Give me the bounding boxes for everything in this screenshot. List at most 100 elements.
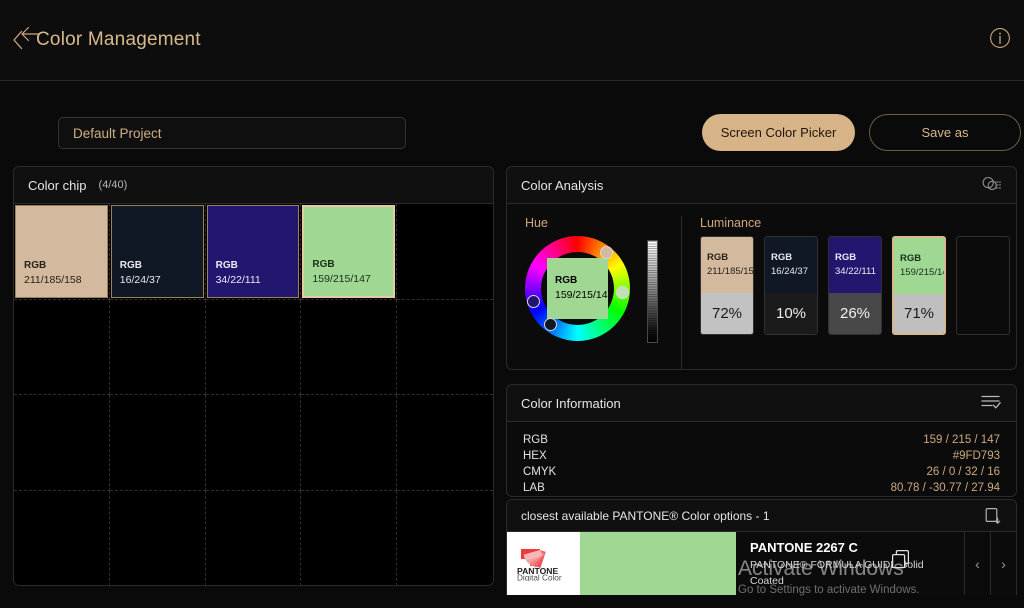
- luminance-card-value: 159/215/147: [900, 266, 944, 278]
- color-chip-value: 16/24/37: [119, 273, 161, 286]
- screen-color-picker-label: Screen Color Picker: [720, 125, 837, 140]
- hue-label: Hue: [525, 216, 548, 230]
- chip-cell[interactable]: [205, 395, 302, 491]
- luminance-card-value: 16/24/37: [771, 265, 808, 277]
- arrow-left-icon[interactable]: [18, 22, 42, 46]
- luminance-section: Luminance RGB 211/185/158 72% RGB 16/24/37 10…: [681, 216, 1016, 369]
- luminance-card-percent: 71%: [894, 294, 944, 333]
- chip-cell[interactable]: [301, 490, 398, 585]
- color-information-key: LAB: [523, 482, 545, 494]
- chip-cell[interactable]: [301, 395, 398, 491]
- chip-cell[interactable]: [397, 395, 493, 491]
- color-information-key: HEX: [523, 450, 547, 462]
- luminance-card[interactable]: RGB 16/24/37 10%: [764, 236, 818, 335]
- color-chip-label: RGB: [119, 259, 143, 271]
- color-chip-value: 211/185/158: [24, 273, 82, 286]
- hue-marker[interactable]: [615, 286, 629, 300]
- chip-cell[interactable]: RGB 211/185/158: [14, 204, 110, 300]
- chip-cell[interactable]: [14, 490, 110, 585]
- chip-cell[interactable]: [397, 204, 493, 300]
- hue-section: Hue RGB 159/215/147: [507, 216, 681, 369]
- color-chip-label: RGB: [312, 258, 335, 270]
- color-compare-icon[interactable]: [980, 175, 1002, 195]
- color-chip[interactable]: RGB 211/185/158: [15, 205, 108, 298]
- color-chip-selected[interactable]: RGB 159/215/147: [302, 205, 396, 298]
- save-as-label: Save as: [921, 125, 969, 140]
- color-analysis-panel: Color Analysis Hue RGB 159/215/147 Lumin…: [506, 166, 1017, 370]
- color-chip-count: (4/40): [98, 179, 128, 191]
- save-to-library-icon[interactable]: [984, 506, 1002, 526]
- chip-cell[interactable]: [14, 395, 110, 491]
- chip-cell[interactable]: RGB 16/24/37: [109, 204, 206, 300]
- color-analysis-body: Hue RGB 159/215/147 Luminance RGB 211/185…: [507, 204, 1016, 369]
- color-information-rows: RGB 159 / 215 / 147 HEX #9FD793 CMYK 26 / 0 /…: [507, 422, 1016, 496]
- chip-cell[interactable]: [14, 299, 110, 395]
- list-check-icon[interactable]: [980, 393, 1002, 413]
- pantone-prev-label: ‹: [975, 555, 980, 572]
- luminance-card[interactable]: RGB 211/185/158 72%: [700, 236, 754, 335]
- chip-cell[interactable]: [301, 299, 398, 395]
- chip-cell[interactable]: [109, 395, 206, 491]
- luminance-cards: RGB 211/185/158 72% RGB 16/24/37 10% RGB 34/22/…: [700, 236, 1016, 335]
- luminance-card-empty[interactable]: [956, 236, 1010, 335]
- luminance-card-label: RGB: [707, 252, 729, 263]
- luminance-card-label: RGB: [900, 253, 922, 264]
- luminance-card-color: RGB 211/185/158: [701, 237, 753, 293]
- save-as-button[interactable]: Save as: [869, 114, 1021, 151]
- color-analysis-header: Color Analysis: [507, 167, 1016, 204]
- pantone-name: PANTONE 2267 C: [750, 540, 858, 555]
- pantone-result-row[interactable]: PANTONE Digital Color PANTONE 2267 C PAN…: [507, 532, 1016, 595]
- luminance-card-selected[interactable]: RGB 159/215/147 71%: [892, 236, 946, 335]
- luminance-card-value: 211/185/158: [707, 265, 754, 277]
- luminance-label: Luminance: [700, 216, 762, 230]
- color-information-key: CMYK: [523, 466, 557, 478]
- luminance-card-value: 34/22/111: [835, 265, 876, 277]
- chip-cell[interactable]: RGB 159/215/147: [301, 204, 398, 300]
- color-information-value: 26 / 0 / 32 / 16: [926, 466, 1000, 478]
- pantone-next-button[interactable]: ›: [990, 532, 1016, 595]
- copy-icon[interactable]: [890, 548, 912, 570]
- hue-marker[interactable]: [599, 246, 613, 260]
- pantone-meta: PANTONE 2267 C PANTONE® FORMULA GUIDE So…: [736, 532, 964, 595]
- color-analysis-title: Color Analysis: [521, 177, 604, 193]
- color-chip-label: RGB: [24, 259, 47, 271]
- luminance-gradient-strip[interactable]: [647, 240, 658, 343]
- color-information-row: RGB 159 / 215 / 147: [523, 432, 1000, 448]
- color-chip-header: Color chip (4/40): [14, 167, 493, 204]
- color-information-title: Color Information: [521, 395, 621, 411]
- screen-color-picker-button[interactable]: Screen Color Picker: [702, 114, 855, 151]
- hue-marker[interactable]: [543, 318, 557, 332]
- pantone-panel: closest available PANTONE® Color options…: [506, 499, 1017, 595]
- pantone-description-line2: Coated: [750, 574, 784, 587]
- chip-cell[interactable]: [205, 299, 302, 395]
- luminance-card-percent: 72%: [701, 293, 753, 334]
- color-information-panel: Color Information RGB 159 / 215 / 147 HEX #…: [506, 384, 1017, 497]
- color-chip-title: Color chip: [28, 177, 87, 193]
- color-chip[interactable]: RGB 16/24/37: [110, 205, 204, 298]
- pantone-description-line1: PANTONE® FORMULA GUIDE Solid: [750, 559, 924, 571]
- project-name-input[interactable]: [58, 117, 406, 149]
- info-circle-icon[interactable]: [989, 27, 1011, 49]
- color-information-value: 80.78 / -30.77 / 27.94: [890, 482, 1000, 494]
- page-title: Color Management: [36, 29, 201, 50]
- color-chip-grid: RGB 211/185/158 RGB 16/24/37 RGB 34/22/111 RGB…: [14, 204, 493, 586]
- chip-cell[interactable]: [397, 300, 493, 395]
- pantone-prev-button[interactable]: ‹: [964, 532, 990, 595]
- color-chip[interactable]: RGB 34/22/111: [206, 205, 300, 298]
- color-information-key: RGB: [523, 434, 548, 446]
- chip-cell[interactable]: [110, 490, 206, 585]
- luminance-card-color: RGB 159/215/147: [894, 238, 944, 294]
- chip-cell[interactable]: RGB 34/22/111: [205, 204, 302, 300]
- pantone-header: closest available PANTONE® Color options…: [507, 500, 1016, 532]
- luminance-card[interactable]: RGB 34/22/111 26%: [828, 236, 882, 335]
- chip-cell[interactable]: [206, 490, 302, 585]
- chip-cell[interactable]: [109, 299, 206, 395]
- luminance-card-percent: 10%: [765, 293, 817, 334]
- pantone-header-label: closest available PANTONE® Color options…: [521, 508, 770, 523]
- chip-cell[interactable]: [397, 491, 493, 586]
- color-information-header: Color Information: [507, 385, 1016, 422]
- pantone-logo-line2: Digital Color: [517, 573, 562, 581]
- pantone-logo: PANTONE Digital Color: [507, 532, 580, 595]
- luminance-card-color: RGB 16/24/37: [765, 237, 817, 293]
- pantone-next-label: ›: [1001, 555, 1006, 572]
